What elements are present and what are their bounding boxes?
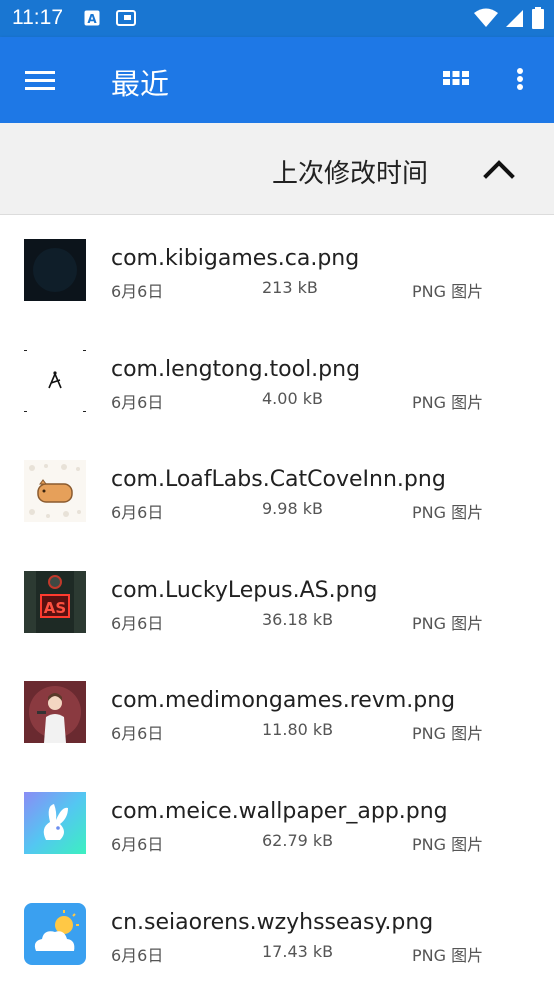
file-type: PNG 图片 (412, 282, 484, 301)
text-icon: A (84, 10, 100, 26)
list-item[interactable]: cn.seiaorens.wzyhsseasy.png 6月6日 17.43 k… (0, 879, 554, 989)
file-thumbnail-catcoveinn (24, 460, 86, 523)
file-date: 6月6日 (111, 834, 164, 854)
list-item[interactable]: com.kibigames.ca.png 6月6日 213 kB PNG 图片 (0, 215, 554, 326)
list-item[interactable]: com.lengtong.tool.png 6月6日 4.00 kB PNG 图… (0, 326, 554, 437)
status-time: 11:17 (12, 6, 63, 29)
file-name: com.lengtong.tool.png (111, 356, 361, 382)
screen-icon (116, 10, 136, 26)
file-name: com.LuckyLepus.AS.png (111, 577, 378, 603)
more-vert-icon[interactable] (508, 63, 532, 95)
file-size: 17.43 kB (262, 941, 334, 961)
signal-icon (506, 10, 523, 27)
file-size: 4.00 kB (262, 388, 323, 408)
file-list: com.kibigames.ca.png 6月6日 213 kB PNG 图片 … (0, 215, 554, 989)
file-size: 62.79 kB (262, 830, 334, 850)
svg-text:AS: AS (44, 599, 66, 617)
app-bar: 最近 (0, 37, 554, 123)
file-type: PNG 图片 (412, 724, 484, 744)
file-size: 213 kB (262, 278, 318, 297)
battery-icon (532, 7, 544, 29)
file-name: com.meice.wallpaper_app.png (111, 798, 448, 824)
status-bar: 11:17 A (0, 0, 554, 37)
page-title: 最近 (111, 67, 170, 101)
file-thumbnail-seiaorens (24, 902, 86, 965)
file-type: PNG 图片 (412, 945, 484, 965)
list-item[interactable]: com.medimongames.revm.png 6月6日 11.80 kB … (0, 657, 554, 768)
file-name: com.LoafLabs.CatCoveInn.png (111, 467, 446, 493)
file-date: 6月6日 (111, 503, 164, 523)
sort-label[interactable]: 上次修改时间 (272, 153, 428, 190)
file-date: 6月6日 (111, 613, 164, 633)
file-type: PNG 图片 (412, 503, 484, 523)
file-type: PNG 图片 (412, 392, 484, 412)
svg-text:A: A (87, 12, 97, 26)
file-thumbnail-kibigames (24, 239, 86, 301)
file-thumbnail-lengtong (24, 349, 86, 412)
file-thumbnail-luckylepus: AS (24, 570, 86, 633)
grid-view-icon[interactable] (440, 65, 472, 97)
hamburger-menu-icon[interactable] (23, 65, 59, 95)
file-name: com.medimongames.revm.png (111, 688, 456, 714)
file-date: 6月6日 (111, 945, 164, 965)
wifi-icon (474, 8, 498, 27)
list-item[interactable]: AS com.LuckyLepus.AS.png 6月6日 36.18 kB P… (0, 547, 554, 658)
file-name: com.kibigames.ca.png (111, 246, 360, 271)
sort-bar: 上次修改时间 (0, 123, 554, 215)
file-date: 6月6日 (111, 724, 164, 744)
file-name: cn.seiaorens.wzyhsseasy.png (111, 909, 434, 935)
file-type: PNG 图片 (412, 613, 484, 633)
file-date: 6月6日 (111, 392, 164, 412)
file-thumbnail-meice (24, 791, 86, 854)
file-date: 6月6日 (111, 282, 164, 301)
list-item[interactable]: com.meice.wallpaper_app.png 6月6日 62.79 k… (0, 768, 554, 879)
file-type: PNG 图片 (412, 834, 484, 854)
file-size: 36.18 kB (262, 609, 334, 629)
list-item[interactable]: com.LoafLabs.CatCoveInn.png 6月6日 9.98 kB… (0, 436, 554, 547)
file-size: 9.98 kB (262, 499, 323, 519)
file-thumbnail-medimongames (24, 681, 86, 744)
file-size: 11.80 kB (262, 720, 334, 740)
chevron-up-icon[interactable] (482, 153, 516, 187)
